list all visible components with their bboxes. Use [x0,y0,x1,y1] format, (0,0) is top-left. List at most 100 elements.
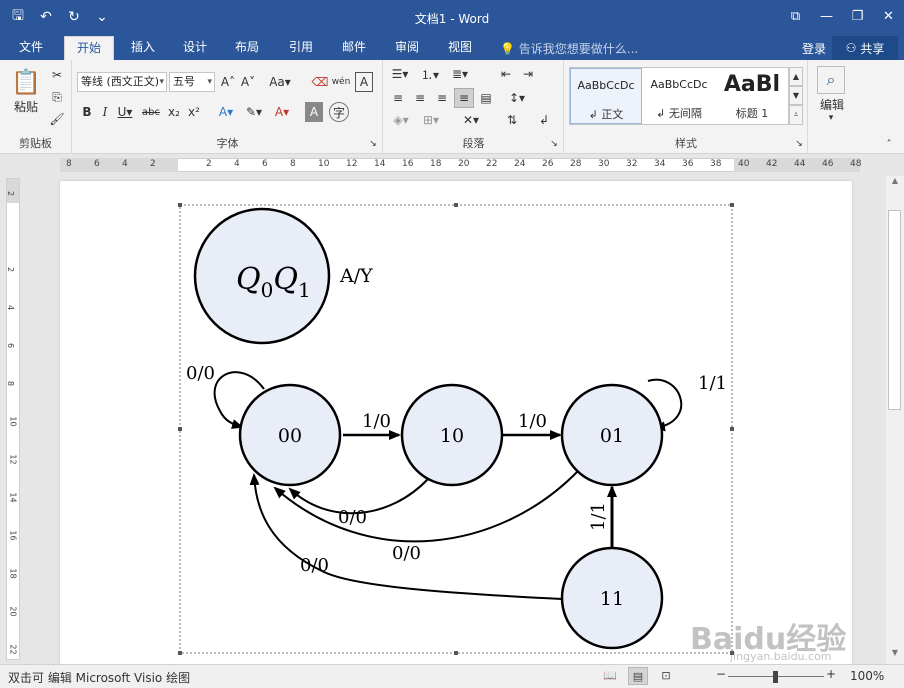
scroll-up-icon[interactable]: ▲ [886,176,904,192]
editing-group: ⌕ 编辑 ▾ [809,60,855,154]
show-marks-icon[interactable]: ↲ [534,110,554,130]
styles-scroll-down-icon[interactable]: ▼ [789,86,803,105]
zoom-in-icon[interactable]: + [826,667,836,681]
tab-view[interactable]: 视图 [437,36,483,60]
ribbon-tabs: 文件 开始 插入 设计 布局 引用 邮件 审阅 视图 💡 告诉我您想要做什么..… [0,36,904,60]
legend-state-circle [193,207,331,345]
tab-file[interactable]: 文件 [8,36,54,60]
login-link[interactable]: 登录 [802,40,826,57]
tab-home[interactable]: 开始 [64,36,114,60]
collapse-ribbon-icon[interactable]: ˄ [882,138,896,150]
visio-state-diagram[interactable]: Q0Q1 A/Y 00 10 01 11 0/0 1/0 1/0 1/1 0/0… [60,181,852,664]
bold-icon[interactable]: B [79,102,95,122]
scroll-thumb[interactable] [888,210,901,410]
label-11-01: 1/1 [588,502,609,531]
tab-review[interactable]: 审阅 [384,36,430,60]
vertical-ruler[interactable]: 2 2 4 6 8 10 12 14 16 18 20 22 [6,178,20,660]
chinese-layout-icon[interactable]: ✕▾ [458,110,484,130]
editing-button[interactable]: 编辑 [811,96,853,112]
cut-icon[interactable]: ✂ [48,66,66,84]
share-label: 共享 [860,41,885,56]
web-layout-icon[interactable]: ⊡ [656,667,676,685]
tab-references[interactable]: 引用 [278,36,324,60]
read-mode-icon[interactable]: 📖 [600,667,620,685]
highlight-icon[interactable]: ✎▾ [241,102,267,122]
style-heading-1[interactable]: AaBl 标题 1 [716,68,788,124]
style-no-spacing[interactable]: AaBbCcDc ↲ 无间隔 [643,68,715,124]
align-right-icon[interactable]: ≡ [432,88,452,108]
label-10-01: 1/0 [518,411,547,432]
ruler-tick: 2 [6,190,16,197]
ruler-tick: 4 [122,159,128,169]
paste-icon[interactable]: 📋 [10,66,42,98]
text-effects-icon[interactable]: A▾ [213,102,239,122]
strikethrough-icon[interactable]: abc [139,102,163,122]
ruler-tick: 16 [8,530,18,541]
restore-icon[interactable]: ❐ [842,0,873,32]
zoom-level[interactable]: 100% [850,669,884,683]
underline-icon[interactable]: U▾ [115,102,135,122]
watermark-url: jingyan.baidu.com [730,650,832,663]
character-border-icon[interactable]: A [355,72,373,92]
zoom-out-icon[interactable]: − [716,667,726,681]
window-title: 文档1 - Word [414,12,490,26]
distributed-icon[interactable]: ▤ [476,88,496,108]
paste-label[interactable]: 粘贴 [8,98,44,114]
style-normal[interactable]: AaBbCcDc ↲ 正文 [570,68,642,124]
print-layout-icon[interactable]: ▤ [628,667,648,685]
state-11-label: 11 [600,588,624,610]
bullets-icon[interactable]: ☰▾ [388,64,412,84]
borders-icon[interactable]: ⊞▾ [418,110,444,130]
minimize-icon[interactable]: — [811,0,842,32]
tab-design[interactable]: 设计 [172,36,218,60]
character-shading-icon[interactable]: A [305,102,323,122]
editing-dropdown-icon[interactable]: ▾ [823,112,839,124]
tab-insert[interactable]: 插入 [120,36,166,60]
shrink-font-icon[interactable]: A˅ [239,72,257,92]
tab-layout[interactable]: 布局 [224,36,270,60]
align-left-icon[interactable]: ≡ [388,88,408,108]
label-10-00: 0/0 [338,507,367,528]
enclose-characters-icon[interactable]: 字 [329,102,349,122]
font-size-select[interactable]: 五号 [169,72,215,92]
ribbon-display-icon[interactable]: ⧉ [780,0,811,32]
format-painter-icon[interactable]: 🖌 [48,110,66,128]
font-color-icon[interactable]: A▾ [269,102,295,122]
copy-icon[interactable]: ⎘ [48,88,66,106]
font-name-select[interactable]: 等线 (西文正文) [77,72,167,92]
clear-formatting-icon[interactable]: ⌫ [311,72,329,92]
styles-scroll-up-icon[interactable]: ▲ [789,67,803,86]
grow-font-icon[interactable]: A˄ [219,72,237,92]
increase-indent-icon[interactable]: ⇥ [518,64,538,84]
multilevel-list-icon[interactable]: ≣▾ [448,64,472,84]
sort-icon[interactable]: ⇅ [502,110,522,130]
find-icon[interactable]: ⌕ [817,66,845,94]
scroll-down-icon[interactable]: ▼ [886,648,904,664]
tab-mailings[interactable]: 邮件 [331,36,377,60]
horizontal-ruler[interactable]: 8 6 4 2 2 4 6 8 10 12 14 16 18 20 22 24 26 28 30 32 34 36 38 40… [0,155,904,175]
tell-me-box[interactable]: 💡 告诉我您想要做什么... [500,40,638,57]
italic-icon[interactable]: I [97,102,113,122]
ruler-tick: 26 [542,159,554,169]
vertical-scrollbar[interactable]: ▲ ▼ [886,176,904,664]
phonetic-guide-icon[interactable]: wén [331,70,351,94]
subscript-icon[interactable]: x₂ [165,102,183,122]
ruler-tick: 46 [822,159,834,169]
zoom-knob[interactable] [773,671,778,683]
zoom-slider[interactable]: − + [716,667,836,685]
document-area: Q0Q1 A/Y 00 10 01 11 0/0 1/0 1/0 1/1 0/0… [22,176,886,664]
numbering-icon[interactable]: ⒈▾ [418,64,442,84]
superscript-icon[interactable]: x² [185,102,203,122]
decrease-indent-icon[interactable]: ⇤ [496,64,516,84]
document-page[interactable]: Q0Q1 A/Y 00 10 01 11 0/0 1/0 1/0 1/1 0/0… [60,181,852,664]
justify-icon[interactable]: ≡ [454,88,474,108]
shading-icon[interactable]: ◈▾ [388,110,414,130]
align-center-icon[interactable]: ≡ [410,88,430,108]
styles-more-icon[interactable]: ⩡ [789,105,803,125]
ruler-tick: 18 [430,159,442,169]
person-icon: ⚇ [845,41,857,55]
close-icon[interactable]: ✕ [873,0,904,32]
share-button[interactable]: ⚇ 共享 [832,36,898,60]
line-spacing-icon[interactable]: ↕▾ [504,88,530,108]
change-case-icon[interactable]: Aa▾ [267,72,293,92]
